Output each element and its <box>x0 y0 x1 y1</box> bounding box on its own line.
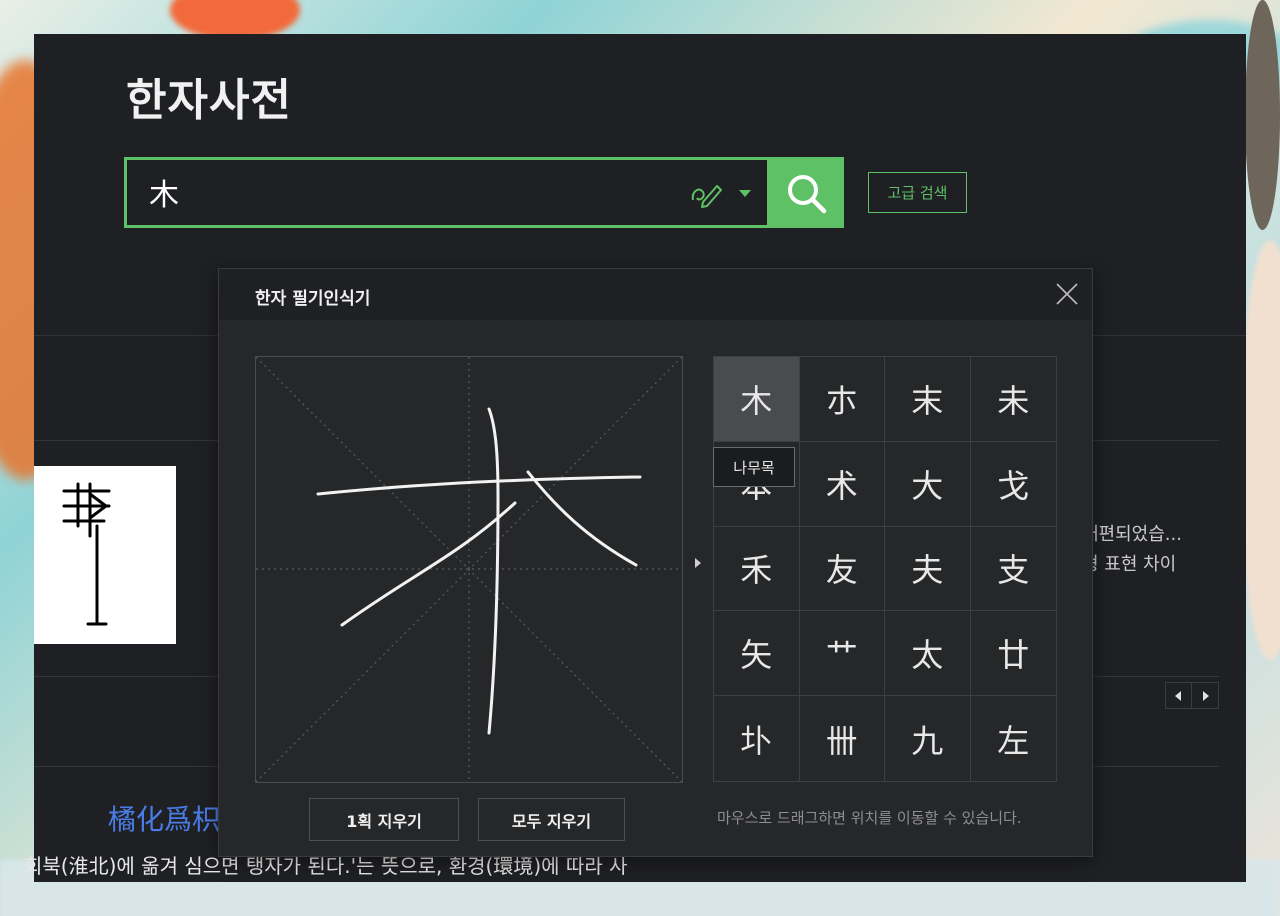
candidate-cell[interactable]: 左 <box>971 696 1057 781</box>
candidate-cell[interactable]: 矢 <box>714 611 800 697</box>
related-text: 개편되었습... <box>1082 524 1182 545</box>
chevron-down-icon[interactable] <box>739 190 751 197</box>
candidate-cell[interactable]: 九 <box>885 696 971 781</box>
candidate-cell[interactable]: 友 <box>799 526 885 612</box>
handwriting-pen-icon[interactable] <box>689 178 723 210</box>
search-icon <box>788 175 827 214</box>
candidate-cell[interactable]: 木 <box>714 357 800 442</box>
popup-title: 한자 필기인식기 <box>255 289 371 309</box>
candidate-cell[interactable]: 术 <box>799 441 885 527</box>
pager <box>1165 682 1219 709</box>
page-title: 한자사전 <box>126 75 292 126</box>
idiom-link[interactable]: 橘化爲枳 <box>108 798 220 838</box>
search-button[interactable] <box>770 157 844 228</box>
drag-hint: 마우스로 드래그하면 위치를 이동할 수 있습니다. <box>717 809 1022 827</box>
candidate-grid: 木 朩 末 未 本 术 大 戈 禾 友 夫 支 矢 艹 太 廿 圤 卌 九 左 <box>713 356 1057 782</box>
search-input[interactable] <box>149 172 669 212</box>
wallpaper-shape <box>1240 240 1280 660</box>
candidate-cell[interactable]: 未 <box>970 357 1056 442</box>
candidate-cell[interactable]: 禾 <box>714 526 800 612</box>
popup-header[interactable]: 한자 필기인식기 <box>219 269 1092 320</box>
search-box <box>124 157 770 228</box>
candidate-cell[interactable]: 圤 <box>714 696 800 781</box>
candidate-cell[interactable]: 夫 <box>885 526 971 612</box>
clear-all-button[interactable]: 모두 지우기 <box>478 798 625 841</box>
advanced-search-button[interactable]: 고급 검색 <box>868 172 967 213</box>
candidate-cell[interactable]: 大 <box>885 441 971 527</box>
expand-arrow-icon[interactable] <box>695 558 701 568</box>
candidate-cell[interactable]: 支 <box>970 527 1056 612</box>
candidate-cell[interactable]: 末 <box>885 357 971 442</box>
candidate-tooltip: 나무목 <box>713 447 795 487</box>
handwriting-recognizer-popup: 한자 필기인식기 木 朩 末 未 术 大 戈 禾 友 夫 支 矢 艹 太 廿 圤… <box>218 268 1093 857</box>
close-icon[interactable] <box>1055 282 1079 306</box>
wallpaper-shape <box>1245 0 1280 230</box>
candidate-cell[interactable]: 朩 <box>799 357 885 442</box>
calligraphy-image[interactable] <box>34 466 176 644</box>
chevron-right-icon <box>1203 691 1209 701</box>
candidate-cell[interactable]: 太 <box>885 611 971 697</box>
drawing-canvas[interactable] <box>255 356 683 783</box>
candidate-cell[interactable]: 卌 <box>800 696 885 781</box>
chevron-left-icon <box>1175 691 1181 701</box>
next-button[interactable] <box>1193 683 1219 708</box>
undo-stroke-button[interactable]: 1획 지우기 <box>309 798 459 841</box>
candidate-cell[interactable]: 廿 <box>970 611 1056 697</box>
candidate-cell[interactable]: 艹 <box>799 611 885 697</box>
candidate-cell[interactable]: 戈 <box>970 442 1056 527</box>
related-text: 형 표현 차이 <box>1082 554 1177 575</box>
prev-button[interactable] <box>1166 683 1192 708</box>
